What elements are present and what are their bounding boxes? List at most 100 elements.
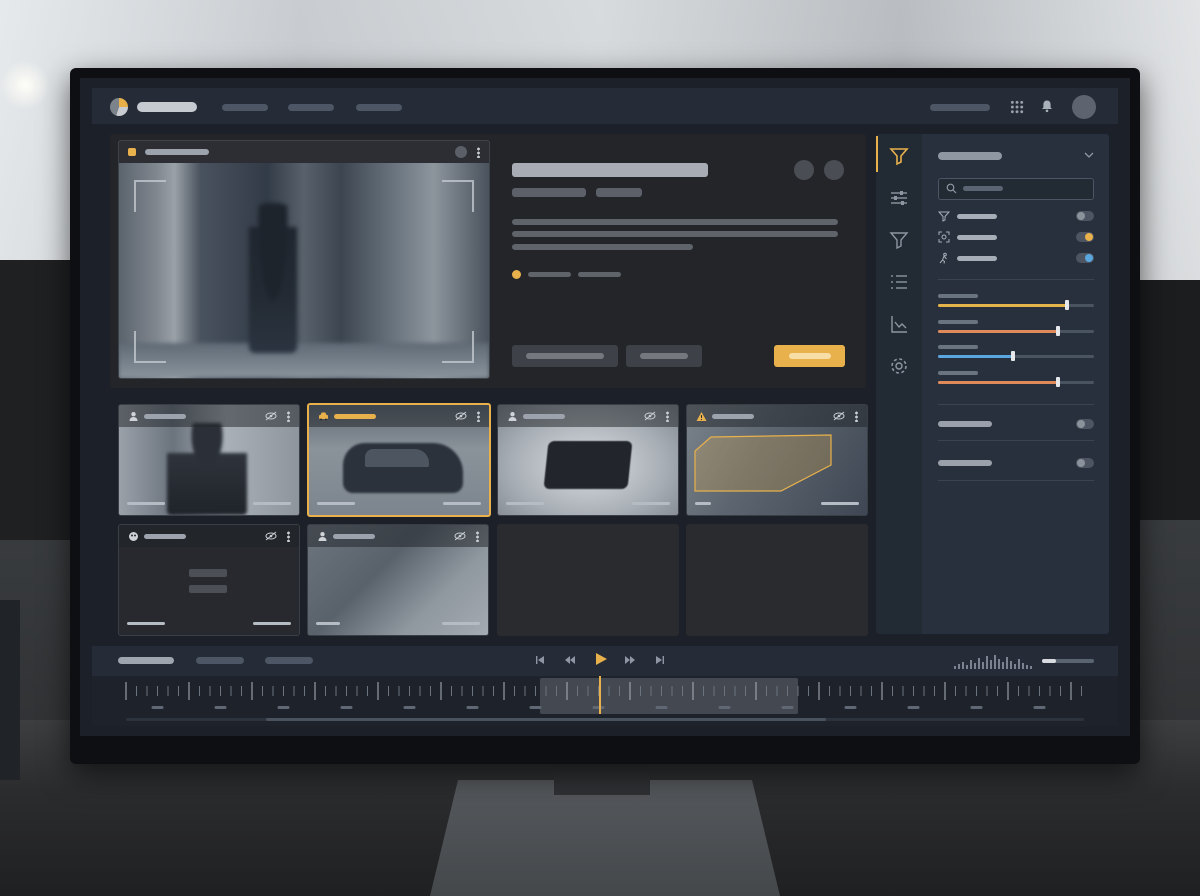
filter-icon[interactable] [889,146,909,166]
thumbnail-object[interactable] [497,404,679,516]
thumbnail-person[interactable] [118,404,300,516]
thumbnail-meta-left [317,502,355,505]
slider-handle[interactable] [1065,300,1070,310]
filter-row-3 [938,252,1094,266]
primary-action-button[interactable] [774,345,845,367]
timeline-scroll-thumb[interactable] [266,718,826,721]
apps-grid-icon[interactable] [1010,100,1024,114]
thumbnail-room[interactable] [307,524,489,636]
timeline-playhead[interactable] [599,676,601,714]
thumbnail-empty-slot[interactable] [686,524,868,636]
thumbnail-meta-right [632,502,670,505]
timeline-time-label [907,706,920,709]
hide-icon[interactable] [455,411,467,421]
fast-forward-icon[interactable] [624,654,636,666]
hide-icon[interactable] [265,531,277,541]
chart-icon[interactable] [889,314,909,334]
hide-icon[interactable] [833,411,845,421]
skip-start-icon[interactable] [534,654,546,666]
timeline-tab-1[interactable] [118,657,174,664]
thumbnail-label [712,414,754,419]
timeline-tab-3[interactable] [265,657,313,664]
nav-item-2[interactable] [288,104,334,111]
gear-icon[interactable] [889,356,909,376]
person-figure [167,423,247,515]
rewind-icon[interactable] [564,654,576,666]
filter-panel [922,134,1109,634]
secondary-action-button-2[interactable] [626,345,702,367]
options-button[interactable] [824,160,844,180]
more-options-icon[interactable] [477,411,480,422]
thumbnail-zone-alert[interactable] [686,404,868,516]
timeline-time-label [403,706,416,709]
chevron-down-icon[interactable] [1084,150,1094,160]
filter-toggle-3[interactable] [1076,253,1094,263]
secondary-action-button-1[interactable] [512,345,618,367]
hide-icon[interactable] [454,531,466,541]
more-options-icon[interactable] [666,411,669,422]
background-light [0,60,50,110]
thumbnail-meta-left [695,502,711,505]
more-options-icon[interactable] [476,531,479,542]
filter-toggle-1[interactable] [1076,211,1094,221]
secondary-action-label-1 [526,353,604,359]
thumbnail-meta-right [443,502,481,505]
hide-icon[interactable] [265,411,277,421]
more-options-icon[interactable] [287,411,290,422]
slider-label [938,371,978,375]
thumbnail-meta-right [253,502,291,505]
play-icon[interactable] [594,652,608,666]
filter-row-2 [938,231,1094,245]
video-header [119,141,489,163]
skip-end-icon[interactable] [654,654,666,666]
thumbnail-vehicle[interactable] [307,403,491,517]
share-button[interactable] [794,160,814,180]
thumbnail-masked[interactable] [118,524,300,636]
timeline-scrollbar[interactable] [126,718,1084,721]
more-options-icon[interactable] [855,411,858,422]
camera-label [145,149,209,155]
nav-item-1[interactable] [222,104,268,111]
funnel-icon[interactable] [889,230,909,250]
person-icon [318,532,327,541]
threshold-slider-1[interactable] [938,294,1094,314]
more-options-icon[interactable] [477,147,480,158]
slider-handle[interactable] [1010,351,1015,361]
timeline-ruler[interactable] [92,676,1118,726]
slider-handle[interactable] [1056,377,1061,387]
timeline-tab-2[interactable] [196,657,244,664]
slider-label [938,320,978,324]
package-figure [543,441,633,489]
record-icon[interactable] [455,146,467,158]
sliders-icon[interactable] [889,188,909,208]
app-logo-icon [110,98,128,116]
avatar[interactable] [1072,95,1096,119]
search-icon [946,183,957,194]
thumbnail-empty-slot[interactable] [497,524,679,636]
hide-icon[interactable] [644,411,656,421]
threshold-slider-4[interactable] [938,371,1094,391]
main-video-preview[interactable] [118,140,490,379]
nav-item-3[interactable] [356,104,402,111]
slider-fill [938,381,1059,384]
thumbnail-meta-right [253,622,291,625]
focus-corner-top-left-icon [134,180,166,212]
person-icon [508,412,517,421]
option-toggle-2[interactable] [1076,458,1094,468]
desk-mug [0,600,20,780]
motion-icon [939,252,947,264]
thumbnail-label [144,414,186,419]
option-toggle-1[interactable] [1076,419,1094,429]
filter-search-input[interactable] [938,178,1094,200]
thumbnail-header [498,405,678,427]
divider [938,480,1094,481]
bell-icon[interactable] [1040,99,1054,113]
slider-handle[interactable] [1056,326,1061,336]
list-settings-icon[interactable] [889,272,909,292]
threshold-slider-3[interactable] [938,345,1094,365]
slider-fill [938,330,1059,333]
more-options-icon[interactable] [287,531,290,542]
threshold-slider-2[interactable] [938,320,1094,340]
filter-toggle-2[interactable] [1076,232,1094,242]
volume-slider[interactable] [1042,659,1094,663]
